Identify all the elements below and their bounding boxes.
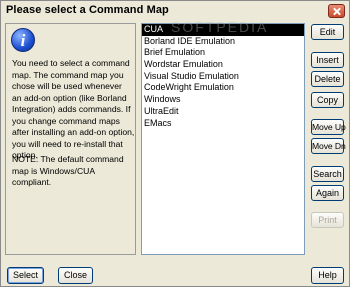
list-item[interactable]: CUA bbox=[142, 24, 304, 36]
move-down-button[interactable]: Move Dn bbox=[311, 138, 346, 154]
copy-button[interactable]: Copy bbox=[311, 92, 344, 108]
list-item[interactable]: Visual Studio Emulation bbox=[142, 71, 304, 83]
close-icon[interactable] bbox=[328, 4, 345, 18]
info-message: You need to select a command map. The co… bbox=[12, 58, 135, 160]
close-button[interactable]: Close bbox=[58, 267, 93, 284]
command-map-dialog: Please select a Command Map i You need t… bbox=[0, 0, 350, 287]
edit-button[interactable]: Edit bbox=[311, 24, 344, 40]
info-panel: i You need to select a command map. The … bbox=[5, 23, 136, 255]
list-item[interactable]: CodeWright Emulation bbox=[142, 82, 304, 94]
dialog-title: Please select a Command Map bbox=[6, 4, 169, 16]
move-up-button[interactable]: Move Up bbox=[311, 119, 346, 135]
print-button[interactable]: Print bbox=[311, 212, 344, 228]
insert-button[interactable]: Insert bbox=[311, 52, 344, 68]
list-item[interactable]: Brief Emulation bbox=[142, 47, 304, 59]
delete-button[interactable]: Delete bbox=[311, 71, 344, 87]
select-button[interactable]: Select bbox=[7, 267, 44, 284]
info-note: NOTE: The default command map is Windows… bbox=[12, 154, 124, 187]
list-item[interactable]: UltraEdit bbox=[142, 106, 304, 118]
info-icon: i bbox=[11, 28, 35, 52]
list-item[interactable]: EMacs bbox=[142, 118, 304, 130]
list-item[interactable]: Windows bbox=[142, 94, 304, 106]
command-map-list[interactable]: CUA Borland IDE Emulation Brief Emulatio… bbox=[141, 23, 305, 255]
help-button[interactable]: Help bbox=[311, 267, 344, 284]
list-item[interactable]: Wordstar Emulation bbox=[142, 59, 304, 71]
search-button[interactable]: Search bbox=[311, 166, 344, 182]
again-button[interactable]: Again bbox=[311, 185, 344, 201]
list-item[interactable]: Borland IDE Emulation bbox=[142, 36, 304, 48]
